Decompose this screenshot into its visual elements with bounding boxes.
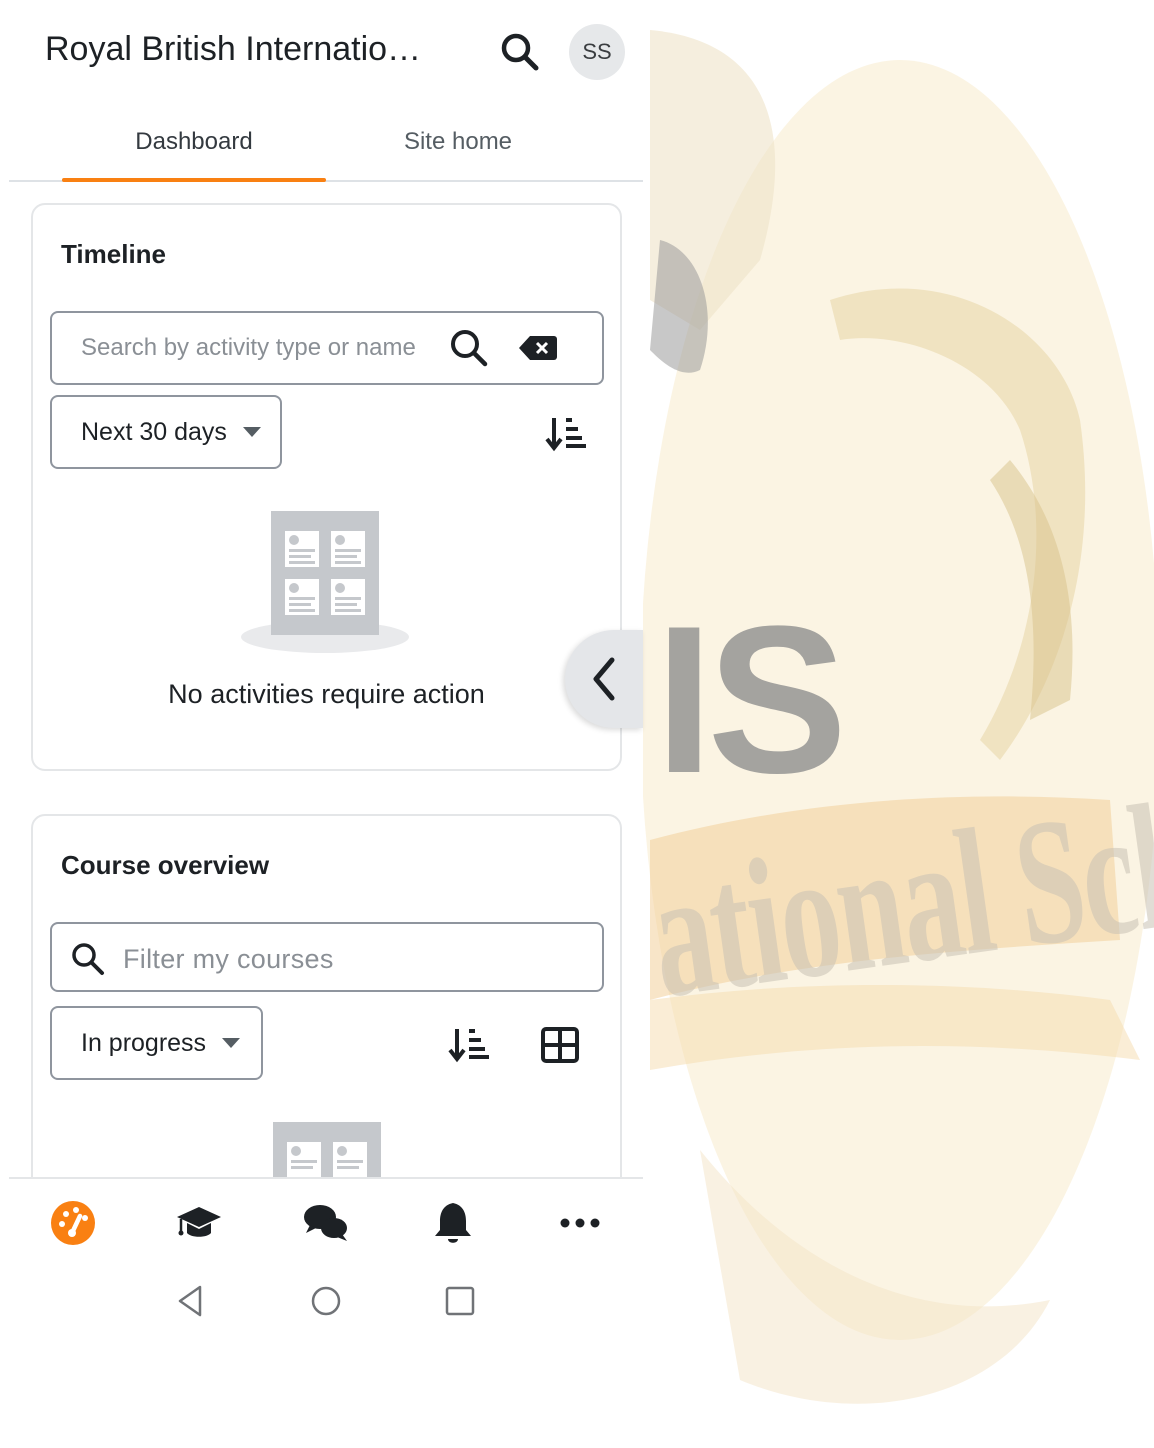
- timeline-date-filter[interactable]: Next 30 days: [50, 395, 282, 469]
- nav-more[interactable]: [556, 1199, 604, 1247]
- dashboard-icon: [51, 1201, 95, 1245]
- grid-view-icon[interactable]: [538, 1023, 582, 1067]
- messages-icon: [304, 1205, 347, 1241]
- search-icon: [501, 33, 539, 71]
- home-icon[interactable]: [306, 1281, 346, 1321]
- chevron-down-icon: [242, 427, 261, 437]
- timeline-search-input[interactable]: Search by activity type or name: [50, 311, 604, 385]
- chevron-left-icon: [593, 657, 615, 701]
- timeline-block: Timeline Search by activity type or name…: [31, 203, 622, 771]
- nav-my-courses[interactable]: [175, 1199, 223, 1247]
- more-icon: [560, 1218, 600, 1228]
- course-filter-placeholder: Filter my courses: [123, 943, 334, 974]
- search-button[interactable]: [498, 30, 542, 74]
- search-icon: [72, 943, 104, 975]
- dashboard-content[interactable]: Timeline Search by activity type or name…: [0, 182, 643, 1178]
- course-grouping-value: In progress: [81, 1028, 207, 1057]
- empty-activities-message: No activities require action: [168, 679, 485, 709]
- bottom-tab-bar: [9, 1177, 643, 1265]
- nav-dashboard[interactable]: [49, 1199, 97, 1247]
- top-bar: Royal British Internatio… SS: [0, 0, 643, 104]
- app-screen: Royal British Internatio… SS Dashboard S…: [0, 0, 643, 1340]
- empty-activities-illustration: [241, 511, 409, 653]
- search-icon[interactable]: [448, 327, 490, 369]
- timeline-date-filter-value: Next 30 days: [81, 417, 227, 446]
- main-tabs: Dashboard Site home: [9, 104, 643, 182]
- user-avatar[interactable]: SS: [569, 24, 625, 80]
- sort-icon[interactable]: [545, 412, 589, 456]
- course-grouping-filter[interactable]: In progress: [50, 1006, 263, 1080]
- system-navigation-bar: [0, 1265, 643, 1340]
- watermark-letters: IS: [655, 582, 847, 817]
- chevron-down-icon: [222, 1038, 241, 1048]
- nav-messages[interactable]: [302, 1199, 350, 1247]
- course-overview-block: Course overview Filter my courses In pro…: [31, 814, 622, 1178]
- sort-icon[interactable]: [448, 1023, 492, 1067]
- tab-dashboard[interactable]: Dashboard: [62, 104, 326, 180]
- clear-input-icon[interactable]: [518, 333, 558, 363]
- course-filter-input[interactable]: Filter my courses: [50, 922, 604, 992]
- course-overview-title: Course overview: [61, 850, 270, 880]
- back-icon[interactable]: [170, 1281, 210, 1321]
- recent-apps-icon[interactable]: [440, 1281, 480, 1321]
- site-title: Royal British Internatio…: [45, 30, 422, 68]
- nav-notifications[interactable]: [429, 1199, 477, 1247]
- timeline-title: Timeline: [61, 239, 167, 269]
- timeline-search-placeholder: Search by activity type or name: [81, 334, 416, 361]
- empty-courses-illustration: [273, 1122, 381, 1178]
- bell-icon: [435, 1203, 471, 1243]
- graduation-cap-icon: [177, 1207, 221, 1237]
- tab-site-home[interactable]: Site home: [326, 104, 590, 180]
